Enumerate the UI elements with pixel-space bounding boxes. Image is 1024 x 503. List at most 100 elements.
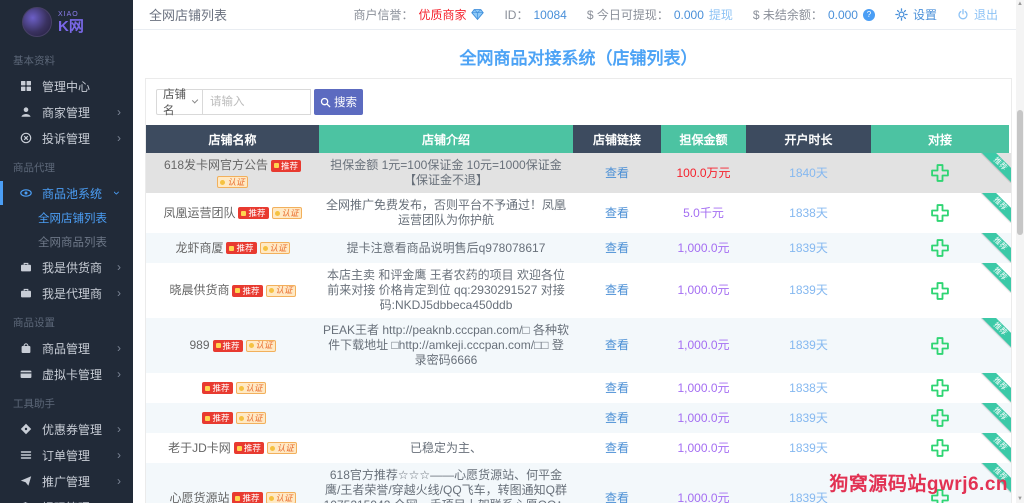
view-link[interactable]: 查看 — [605, 206, 629, 221]
guarantee-amount: 1,000.0元 — [677, 380, 730, 395]
view-link[interactable]: 查看 — [605, 166, 629, 181]
cert-badge: 认证 — [245, 339, 276, 352]
connect-plus-icon[interactable] — [930, 438, 950, 458]
cert-badge: 认证 — [265, 492, 296, 503]
vertical-scrollbar[interactable]: ▲ ▼ — [1016, 0, 1024, 503]
view-link[interactable]: 查看 — [605, 381, 629, 396]
shop-intro — [319, 403, 573, 433]
logout-button[interactable]: 退出 — [974, 6, 998, 23]
chevron-right-icon: › — [117, 474, 121, 488]
medal-icon — [238, 415, 244, 421]
sidebar-item-商品管理[interactable]: 商品管理 › — [0, 335, 133, 361]
chevron-right-icon: › — [117, 341, 121, 355]
recommend-badge: 推荐 — [238, 207, 269, 219]
power-icon[interactable] — [957, 8, 969, 21]
withdraw-label: $ 今日可提现： — [586, 8, 669, 22]
gear-icon[interactable] — [895, 8, 908, 21]
cert-badge: 认证 — [259, 242, 290, 254]
sidebar-item-我是代理商[interactable]: 我是代理商 › — [0, 280, 133, 306]
medal-icon — [274, 210, 280, 216]
view-link[interactable]: 查看 — [605, 283, 629, 298]
shop-intro: 担保金额 1元=100保证金 10元=1000保证金 【保证金不退】 — [330, 158, 562, 187]
connect-plus-icon[interactable] — [930, 378, 950, 398]
logo[interactable]: XIAO K网 — [0, 0, 133, 44]
topbar: 全网店铺列表 商户信誉： 优质商家 ID： 10084 $ 今日可提现： 0.0… — [133, 0, 1024, 30]
sidebar-item-我是供货商[interactable]: 我是供货商 › — [0, 254, 133, 280]
connect-plus-icon[interactable] — [930, 163, 950, 183]
scroll-down-arrow[interactable]: ▼ — [1016, 496, 1024, 502]
card-icon — [19, 368, 32, 381]
medal-icon — [248, 343, 254, 348]
shop-name: 心愿货源站 — [169, 490, 230, 503]
user-icon — [19, 106, 32, 119]
shop-intro: 本店主卖 和评金鹰 王者农药的项目 欢迎各位前来对接 价格肯定到位 qq:293… — [326, 268, 565, 312]
shop-name: 618发卡网官方公告 — [163, 158, 268, 172]
chevron-right-icon: › — [117, 131, 121, 145]
complaint-icon — [19, 132, 32, 145]
sidebar-item-label: 商品池系统 — [42, 186, 103, 201]
sidebar-subitem-全网商品列表[interactable]: 全网商品列表 — [0, 230, 133, 254]
shop-list-card: 店铺名 搜索 店铺名称店铺介绍店铺链接担保金额开户时长对接 618发卡网官方公告… — [145, 78, 1012, 503]
sidebar-item-订单管理[interactable]: 订单管理 › — [0, 442, 133, 468]
sidebar-item-推广管理[interactable]: 推广管理 › — [0, 468, 133, 494]
shop-name: 龙虾商厦 — [175, 240, 224, 255]
scrollbar-thumb[interactable] — [1017, 110, 1023, 235]
sidebar-item-label: 优惠券管理 — [42, 422, 103, 437]
info-icon[interactable]: ? — [862, 8, 875, 21]
connect-plus-icon[interactable] — [930, 336, 950, 356]
sidebar-item-label: 推广管理 — [42, 474, 91, 489]
sidebar-item-管理中心[interactable]: 管理中心 — [0, 73, 133, 99]
eye-icon — [19, 187, 32, 200]
connect-plus-icon[interactable] — [930, 281, 950, 301]
search-button[interactable]: 搜索 — [314, 89, 363, 115]
view-link[interactable]: 查看 — [605, 338, 629, 353]
sidebar-item-label: 商家管理 — [42, 105, 91, 120]
sidebar-item-商品池系统[interactable]: 商品池系统 › — [0, 180, 133, 206]
search-input[interactable] — [203, 89, 311, 115]
id-value: 10084 — [533, 7, 567, 22]
table-row: 618发卡网官方公告 推荐 认证 担保金额 1元=100保证金 10元=1000保证金… — [146, 153, 1011, 193]
view-link[interactable]: 查看 — [605, 411, 629, 426]
sidebar-subitem-全网店铺列表[interactable]: 全网店铺列表 — [0, 206, 133, 230]
guarantee-amount: 1,000.0元 — [677, 440, 730, 455]
chevron-down-icon: › — [110, 191, 124, 195]
guarantee-amount: 1,000.0元 — [677, 410, 730, 425]
thumb-up-icon — [229, 245, 235, 251]
credit-label: 商户信誉： — [353, 8, 414, 22]
connect-plus-icon[interactable] — [930, 408, 950, 428]
column-header-店铺名称: 店铺名称 — [146, 125, 319, 153]
scroll-up-arrow[interactable]: ▲ — [1016, 1, 1024, 7]
recommend-badge: 推荐 — [226, 242, 257, 254]
settings-button[interactable]: 设置 — [913, 6, 937, 23]
sidebar-item-商家管理[interactable]: 商家管理 › — [0, 99, 133, 125]
connect-plus-icon[interactable] — [930, 203, 950, 223]
sidebar-item-投诉管理[interactable]: 投诉管理 › — [0, 125, 133, 151]
connect-plus-icon[interactable] — [930, 238, 950, 258]
sidebar-item-优惠券管理[interactable]: 优惠券管理 › — [0, 416, 133, 442]
sidebar-item-提现管理[interactable]: $提现管理› — [0, 494, 133, 503]
table-row: 推荐 认证 查看 1,000.0元 1839天 推荐 — [146, 403, 1011, 433]
sidebar-menu: 基本资料 管理中心 商家管理 › 投诉管理 › 商品代理 商品池系统 › 全网店铺列表 全网商品列表… — [0, 44, 133, 503]
main-area: 全网店铺列表 商户信誉： 优质商家 ID： 10084 $ 今日可提现： 0.0… — [133, 0, 1024, 503]
view-link[interactable]: 查看 — [605, 241, 629, 256]
sidebar-item-虚拟卡管理[interactable]: 虚拟卡管理 › — [0, 361, 133, 387]
cert-badge: 认证 — [235, 412, 266, 424]
shop-name: 晓晨供货商 — [169, 283, 230, 297]
withdraw-link[interactable]: 提现 — [709, 6, 733, 23]
sidebar-section-label: 基本资料 — [13, 55, 55, 67]
chevron-right-icon: › — [117, 367, 121, 381]
recommend-badge: 推荐 — [212, 339, 243, 352]
cert-badge: 认证 — [271, 207, 302, 219]
app: XIAO K网 基本资料 管理中心 商家管理 › 投诉管理 › 商品代理 商品池系统 › 全网店铺… — [0, 0, 1024, 503]
shop-table: 店铺名称 店铺介绍 店铺链接 担保金额 开户时长 对接 618发卡网官方公告 推荐 认证 担保金… — [146, 125, 1011, 503]
sidebar-item-label: 商品管理 — [42, 341, 91, 356]
shop-intro: 全网推广免费发布，否则平台不予通过！凤凰运营团队为你护航 — [325, 198, 566, 227]
sidebar-item-label: 虚拟卡管理 — [42, 367, 103, 382]
shop-name: 989 — [189, 338, 210, 352]
view-link[interactable]: 查看 — [605, 491, 629, 503]
search-type-select[interactable]: 店铺名 — [156, 89, 203, 117]
medal-icon — [220, 179, 226, 185]
guarantee-amount: 1,000.0元 — [677, 490, 730, 503]
view-link[interactable]: 查看 — [605, 441, 629, 456]
logo-text: XIAO K网 — [58, 11, 84, 34]
